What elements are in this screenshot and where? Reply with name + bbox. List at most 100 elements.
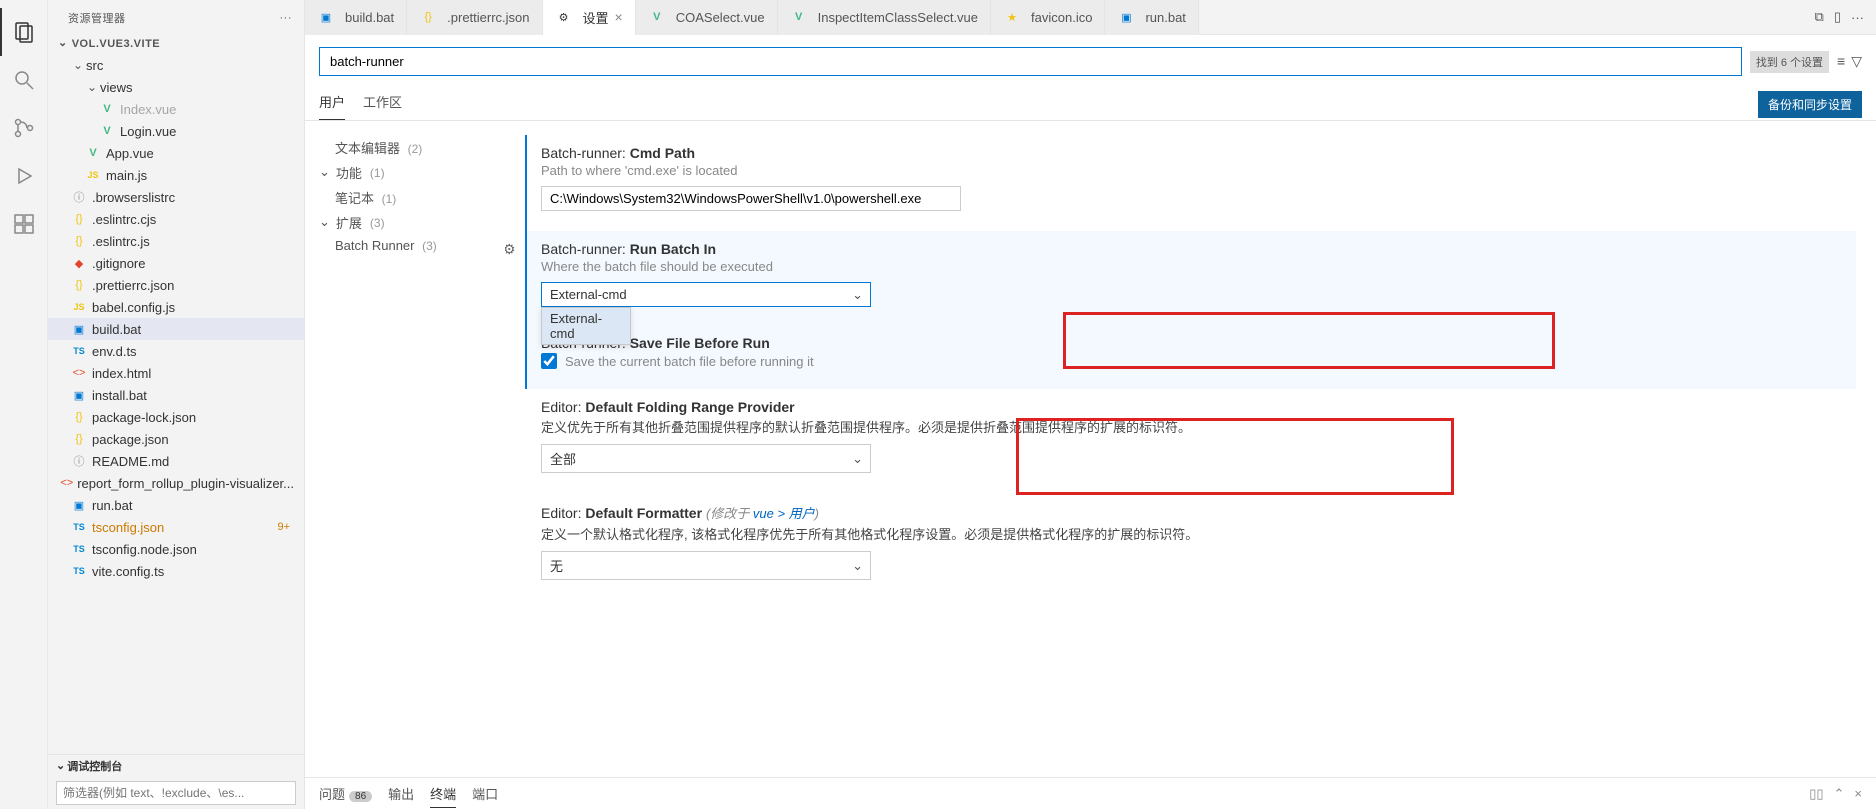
tree-file[interactable]: ▣install.bat: [48, 384, 304, 406]
tree-file[interactable]: ◆.gitignore: [48, 252, 304, 274]
editor-tab[interactable]: ▣build.bat: [305, 0, 407, 35]
editor-tab[interactable]: VCOASelect.vue: [636, 0, 778, 35]
nav-batch-runner[interactable]: Batch Runner (3): [319, 235, 501, 256]
source-control-icon[interactable]: [0, 104, 48, 152]
filter-icon[interactable]: ▽: [1851, 53, 1862, 70]
tree-file[interactable]: TSenv.d.ts: [48, 340, 304, 362]
sidebar-root-label: VOL.VUE3.VITE: [72, 38, 160, 50]
tree-file[interactable]: {}.eslintrc.cjs: [48, 208, 304, 230]
save-before-run-checkbox[interactable]: Save the current batch file before runni…: [541, 353, 1856, 369]
sidebar-title: 资源管理器: [68, 10, 126, 26]
panel-terminal-tab[interactable]: 终端: [430, 780, 456, 808]
panel-maximize-icon[interactable]: ⌃: [1834, 786, 1845, 802]
editor-tab[interactable]: {}.prettierrc.json: [407, 0, 542, 35]
nav-text-editor[interactable]: 文本编辑器 (2): [319, 135, 501, 160]
scope-user-tab[interactable]: 用户: [319, 88, 345, 120]
tree-file[interactable]: TStsconfig.json9+: [48, 516, 304, 538]
editor-tab[interactable]: ★favicon.ico: [991, 0, 1105, 35]
panel-close-icon[interactable]: ×: [1854, 786, 1862, 802]
settings-body: 找到 6 个设置 ≡ ▽ 用户 工作区 备份和同步设置 文本编辑器 (2) ⌄功…: [305, 35, 1876, 777]
explorer-icon[interactable]: [0, 8, 48, 56]
json-file-icon: {}: [70, 235, 88, 247]
setting-desc: Path to where 'cmd.exe' is located: [541, 163, 1856, 178]
nav-extensions[interactable]: ⌄扩展 (3): [319, 210, 501, 235]
gear-icon[interactable]: ⚙: [505, 241, 516, 258]
filter-input[interactable]: [56, 781, 296, 805]
file-tree[interactable]: ⌄src⌄viewsVIndex.vueVLogin.vueVApp.vueJS…: [48, 52, 304, 754]
dropdown-option[interactable]: External-cmd: [542, 308, 630, 344]
tree-file[interactable]: {}.prettierrc.json: [48, 274, 304, 296]
tree-file[interactable]: VApp.vue: [48, 142, 304, 164]
cmd-path-input[interactable]: [541, 186, 961, 211]
problems-count: 86: [349, 791, 372, 802]
scope-link[interactable]: vue > 用户: [753, 506, 815, 521]
setting-cmd-path: Batch-runner: Cmd Path Path to where 'cm…: [525, 135, 1856, 231]
bat-file-icon: ▣: [70, 499, 88, 512]
tree-file[interactable]: <>report_form_rollup_plugin-visualizer..…: [48, 472, 304, 494]
tree-file[interactable]: ▣run.bat: [48, 494, 304, 516]
tab-label: 设置: [583, 8, 609, 27]
sidebar-more-icon[interactable]: ···: [280, 12, 293, 24]
tree-file[interactable]: TStsconfig.node.json: [48, 538, 304, 560]
tree-file[interactable]: {}package-lock.json: [48, 406, 304, 428]
sidebar-root[interactable]: ⌄ VOL.VUE3.VITE: [48, 35, 304, 52]
tree-folder[interactable]: ⌄views: [48, 76, 304, 98]
tree-file[interactable]: ▣build.bat: [48, 318, 304, 340]
chevron-icon: ⌄: [70, 58, 86, 72]
panel-ports-tab[interactable]: 端口: [472, 780, 498, 807]
json-file-icon: {}: [70, 279, 88, 291]
tree-label: views: [100, 80, 133, 95]
panel-problems-tab[interactable]: 问题86: [319, 780, 372, 807]
panel-output-tab[interactable]: 输出: [388, 780, 414, 807]
json-file-icon: {}: [70, 213, 88, 225]
chevron-icon: ⌄: [84, 80, 100, 94]
panel-layout-icon[interactable]: ▯▯: [1809, 786, 1823, 802]
open-to-side-icon[interactable]: ⧉: [1815, 9, 1824, 25]
settings-list[interactable]: Batch-runner: Cmd Path Path to where 'cm…: [505, 121, 1876, 777]
formatter-select[interactable]: 无 ⌄: [541, 551, 871, 580]
setting-folding-provider: Editor: Default Folding Range Provider 定…: [525, 389, 1856, 493]
tree-file[interactable]: JSmain.js: [48, 164, 304, 186]
editor-tab[interactable]: VInspectItemClassSelect.vue: [778, 0, 991, 35]
checkbox-input[interactable]: [541, 353, 557, 369]
folding-select[interactable]: 全部 ⌄: [541, 444, 871, 473]
tree-file[interactable]: JSbabel.config.js: [48, 296, 304, 318]
tree-file[interactable]: ⓘ.browserslistrc: [48, 186, 304, 208]
tree-label: build.bat: [92, 322, 141, 337]
tree-file[interactable]: VIndex.vue: [48, 98, 304, 120]
extensions-icon[interactable]: [0, 200, 48, 248]
run-debug-icon[interactable]: [0, 152, 48, 200]
tree-folder[interactable]: ⌄src: [48, 54, 304, 76]
editor-tab[interactable]: ⚙ 设置 ×: [543, 0, 636, 35]
tree-label: package-lock.json: [92, 410, 196, 425]
gear-icon: ⚙: [555, 11, 573, 24]
split-editor-icon[interactable]: ▯: [1834, 9, 1841, 25]
tree-file[interactable]: <>index.html: [48, 362, 304, 384]
nav-features[interactable]: ⌄功能 (1): [319, 160, 501, 185]
tree-label: main.js: [106, 168, 147, 183]
settings-search-input[interactable]: [319, 47, 1742, 76]
close-icon[interactable]: ×: [615, 9, 623, 25]
tree-file[interactable]: ⓘREADME.md: [48, 450, 304, 472]
tree-label: Index.vue: [120, 102, 176, 117]
nav-notebook[interactable]: 笔记本 (1): [319, 185, 501, 210]
html-file-icon: <>: [60, 477, 73, 489]
tree-label: .eslintrc.js: [92, 234, 150, 249]
tree-file[interactable]: {}package.json: [48, 428, 304, 450]
search-icon[interactable]: [0, 56, 48, 104]
tree-file[interactable]: {} .eslintrc.js: [48, 230, 304, 252]
scope-workspace-tab[interactable]: 工作区: [363, 88, 402, 120]
tree-file[interactable]: TSvite.config.ts: [48, 560, 304, 582]
clear-search-icon[interactable]: ≡: [1837, 53, 1845, 70]
run-batch-in-select[interactable]: External-cmd ⌄ External-cmd: [541, 282, 871, 307]
outline-header[interactable]: ⌄ 调试控制台: [48, 755, 304, 777]
editor-tab[interactable]: ▣run.bat: [1105, 0, 1198, 35]
more-icon[interactable]: ···: [1851, 10, 1864, 25]
tree-file[interactable]: VLogin.vue: [48, 120, 304, 142]
setting-title: Editor: Default Formatter (修改于 vue > 用户): [541, 503, 1856, 522]
found-count: 找到 6 个设置: [1750, 51, 1829, 73]
tree-label: index.html: [92, 366, 151, 381]
select-value: 无: [541, 551, 871, 580]
sync-settings-button[interactable]: 备份和同步设置: [1758, 91, 1862, 118]
setting-desc: Where the batch file should be executed: [541, 259, 1856, 274]
